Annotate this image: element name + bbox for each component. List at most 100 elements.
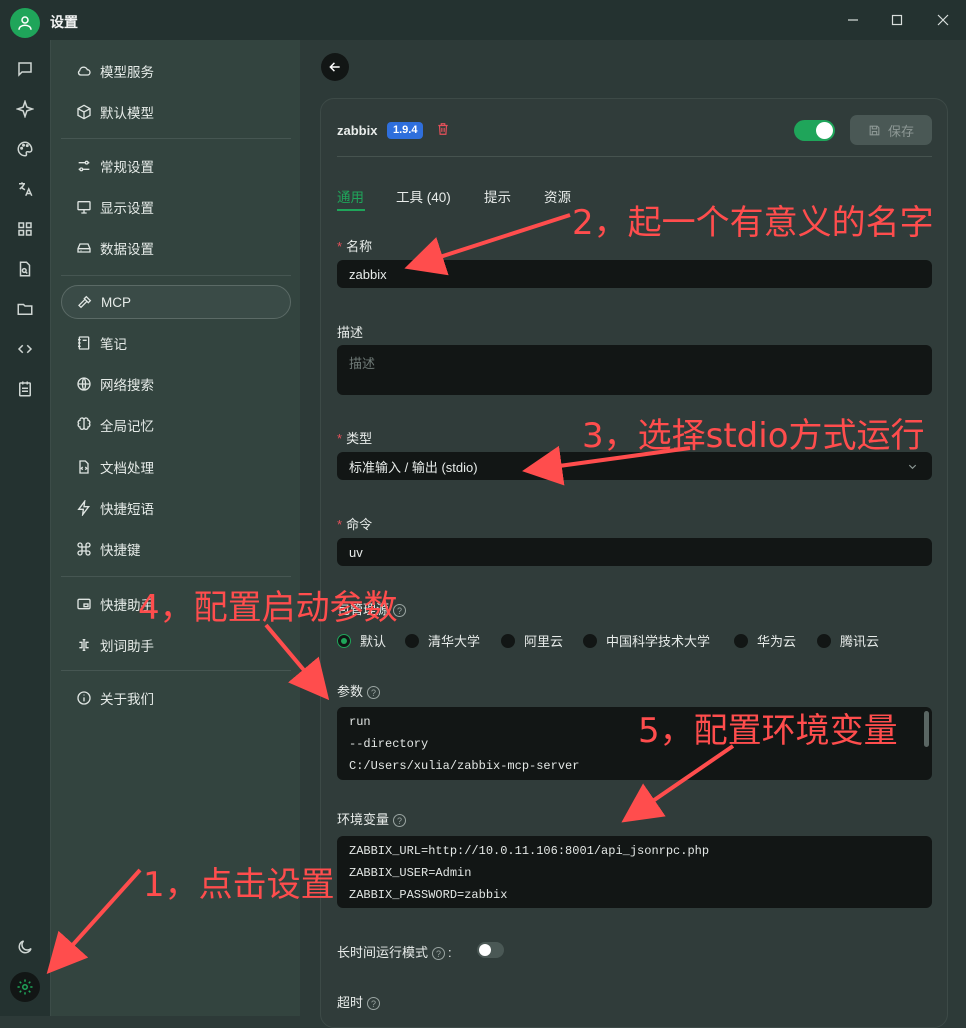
sidebar-item-notes[interactable]: 笔记 (61, 326, 291, 360)
title-bar: 设置 (0, 0, 966, 40)
sidebar-item-selection-assistant[interactable]: 划词助手 (61, 628, 291, 662)
sidebar-item-quick-phrase[interactable]: 快捷短语 (61, 491, 291, 525)
tab-tools[interactable]: 工具 (40) (396, 186, 451, 206)
name-input[interactable]: zabbix (337, 260, 932, 288)
sidebar-item-data[interactable]: 数据设置 (61, 231, 291, 265)
sidebar-item-about[interactable]: 关于我们 (61, 681, 291, 715)
env-line: ZABBIX_USER=Admin (349, 866, 472, 880)
close-button[interactable] (928, 8, 958, 32)
chat-icon[interactable] (10, 54, 40, 84)
sidebar-item-general[interactable]: 常规设置 (61, 149, 291, 183)
code-icon[interactable] (10, 334, 40, 364)
sidebar-item-web-search[interactable]: 网络搜索 (61, 367, 291, 401)
window-title: 设置 (50, 14, 78, 30)
notes-icon[interactable] (10, 374, 40, 404)
active-tab-indicator (337, 209, 365, 211)
sidebar-item-display[interactable]: 显示设置 (61, 190, 291, 224)
cloud-icon (73, 60, 95, 82)
sidebar-item-label: 笔记 (100, 337, 127, 352)
long-running-toggle[interactable] (477, 942, 504, 958)
env-line: ZABBIX_PASSWORD=zabbix (349, 888, 508, 902)
minimize-button[interactable] (838, 8, 868, 32)
chevron-down-icon (908, 464, 917, 470)
sidebar-item-memory[interactable]: 全局记忆 (61, 408, 291, 442)
sidebar-item-label: 数据设置 (100, 242, 154, 257)
tab-resources[interactable]: 资源 (544, 186, 571, 206)
source-radio-tencent[interactable]: 腾讯云 (817, 631, 879, 650)
help-icon[interactable]: ? (367, 997, 381, 1011)
sidebar-item-default-model[interactable]: 默认模型 (61, 95, 291, 129)
user-icon (18, 16, 32, 30)
source-radio-default[interactable]: 默认 (337, 631, 386, 650)
help-icon[interactable]: ? (367, 686, 381, 700)
sidebar-item-mcp[interactable]: MCP (61, 285, 291, 319)
sidebar-item-label: 显示设置 (100, 201, 154, 216)
delete-button[interactable] (436, 122, 450, 141)
source-radio-aliyun[interactable]: 阿里云 (501, 631, 563, 650)
sparkle-icon[interactable] (10, 94, 40, 124)
source-radio-tsinghua[interactable]: 清华大学 (405, 631, 480, 650)
enable-toggle[interactable] (794, 120, 835, 141)
command-input[interactable]: uv (337, 538, 932, 566)
annotation-step-1: 1，点击设置 (143, 865, 335, 905)
sidebar-divider (61, 576, 291, 577)
apps-icon[interactable] (10, 214, 40, 244)
help-icon[interactable]: ? (432, 947, 446, 961)
gear-icon (17, 979, 33, 995)
save-button[interactable]: 保存 (850, 115, 932, 145)
annotation-step-5: 5，配置环境变量 (638, 711, 898, 751)
timeout-label: 超时? (337, 992, 381, 1011)
close-icon (937, 14, 949, 26)
tab-general[interactable]: 通用 (337, 186, 364, 206)
folder-icon[interactable] (10, 294, 40, 324)
settings-gear-button[interactable] (10, 972, 40, 1002)
annotation-step-3: 3，选择stdio方式运行 (582, 416, 925, 456)
sidebar-item-shortcuts[interactable]: 快捷键 (61, 532, 291, 566)
maximize-button[interactable] (882, 8, 912, 32)
sidebar-divider (61, 138, 291, 139)
sidebar-item-label: 划词助手 (100, 639, 154, 654)
source-radio-huawei[interactable]: 华为云 (734, 631, 796, 650)
hammer-icon (74, 291, 96, 313)
sidebar-item-model-service[interactable]: 模型服务 (61, 54, 291, 88)
hard-drive-icon (73, 237, 95, 259)
document-search-icon[interactable] (10, 254, 40, 284)
minimize-icon (848, 19, 858, 21)
sidebar-item-label: 关于我们 (100, 692, 154, 707)
command-icon (73, 538, 95, 560)
scrollbar[interactable] (924, 711, 929, 747)
palette-icon[interactable] (10, 134, 40, 164)
sliders-icon (73, 155, 95, 177)
description-label: 描述 (337, 325, 364, 340)
sidebar-item-label: 常规设置 (100, 160, 154, 175)
text-cursor-icon (73, 634, 95, 656)
source-radio-ustc[interactable]: 中国科学技术大学 (583, 631, 710, 650)
toggle-knob (816, 122, 833, 139)
save-label: 保存 (887, 123, 914, 139)
sidebar-item-label: 网络搜索 (100, 378, 154, 393)
description-input[interactable]: 描述 (337, 345, 932, 395)
sidebar-item-label: 全局记忆 (100, 419, 154, 434)
sidebar-divider (61, 670, 291, 671)
file-code-icon (73, 456, 95, 478)
args-line: C:/Users/xulia/zabbix-mcp-server (349, 759, 580, 773)
zap-icon (73, 497, 95, 519)
sidebar-item-document[interactable]: 文档处理 (61, 450, 291, 484)
header-divider (337, 156, 932, 157)
sidebar-item-label: 快捷短语 (100, 502, 154, 517)
env-textarea[interactable]: ZABBIX_URL=http://10.0.11.106:8001/api_j… (337, 836, 932, 908)
sidebar-item-label: 文档处理 (100, 461, 154, 476)
icon-rail (0, 40, 50, 1016)
env-label: 环境变量? (337, 809, 407, 828)
moon-icon[interactable] (10, 932, 40, 962)
arrow-left-icon (329, 62, 340, 72)
version-badge: 1.9.4 (387, 122, 424, 139)
env-line: ZABBIX_URL=http://10.0.11.106:8001/api_j… (349, 844, 710, 858)
help-icon[interactable]: ? (393, 814, 407, 828)
translate-icon[interactable] (10, 174, 40, 204)
avatar[interactable] (10, 8, 40, 38)
tab-prompts[interactable]: 提示 (484, 186, 511, 206)
sidebar-item-label: 模型服务 (100, 65, 154, 80)
back-button[interactable] (321, 53, 349, 81)
name-label: * 名称 (337, 239, 373, 254)
